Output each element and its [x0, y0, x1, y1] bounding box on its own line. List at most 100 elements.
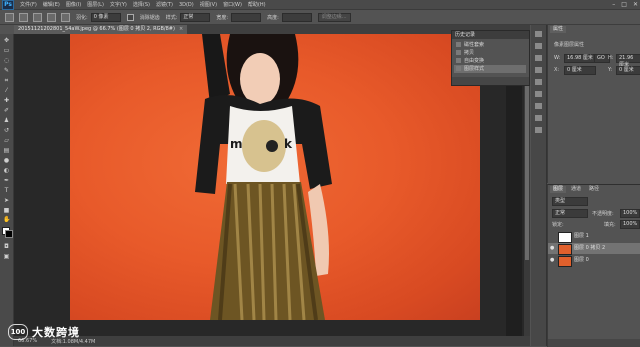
styles-panel-icon[interactable] — [535, 115, 542, 121]
layer-row-selected[interactable]: ● 图层 0 拷贝 2 — [548, 243, 640, 255]
history-panel-tab[interactable]: 历史记录 — [452, 31, 529, 39]
menu-file[interactable]: 文件(F) — [20, 1, 37, 8]
pen-tool-icon[interactable]: ✒ — [3, 178, 10, 184]
brush-tool-icon[interactable]: ✐ — [3, 108, 10, 114]
screen-mode-icon[interactable]: ▣ — [3, 254, 10, 260]
fill-field[interactable]: 100% — [620, 220, 640, 229]
dodge-tool-icon[interactable]: ◐ — [3, 168, 10, 174]
menu-help[interactable]: 帮助(H) — [248, 1, 266, 8]
properties-panel: 属性 像素图层属性 W: 16.98 厘米 GO H: 21.96 厘米 X: … — [547, 25, 640, 183]
layer-row[interactable]: 图层 1 — [548, 231, 640, 243]
swatches-panel-icon[interactable] — [535, 79, 542, 85]
style-label: 样式: — [165, 14, 178, 21]
menu-type[interactable]: 文字(Y) — [110, 1, 127, 8]
history-item[interactable]: 磁性套索 — [454, 41, 526, 49]
crop-tool-icon[interactable]: ⌗ — [3, 78, 10, 84]
panel-dock — [531, 25, 547, 346]
marquee-tool-icon[interactable]: ▭ — [3, 48, 10, 54]
x-field[interactable]: 0 厘米 — [564, 66, 596, 75]
opacity-label: 不透明度: — [592, 211, 614, 217]
tab-channels[interactable]: 通道 — [568, 186, 584, 193]
shape-tool-icon[interactable]: ■ — [3, 208, 10, 214]
height-input[interactable] — [281, 12, 312, 22]
width-label: W: — [554, 55, 561, 61]
watermark: 100 大数跨境 — [8, 323, 98, 341]
properties-panel-tab[interactable]: 属性 — [550, 26, 567, 33]
menu-layer[interactable]: 图层(L) — [87, 1, 104, 8]
layer-thumbnail — [558, 244, 572, 255]
tools-panel: ✥ ▭ ◌ ✎ ⌗ ⁄ ✚ ✐ ♟ ↺ ▱ ▤ ● ◐ ✒ T ➤ ■ ✋ ◘ … — [0, 34, 14, 346]
marquee-tool-preset-icon[interactable] — [5, 12, 14, 22]
actions-panel-icon[interactable] — [535, 127, 542, 133]
menu-edit[interactable]: 编辑(E) — [43, 1, 60, 8]
feather-input[interactable]: 0 像素 — [90, 12, 121, 22]
eye-icon[interactable]: ● — [550, 258, 555, 263]
history-panel-icon[interactable] — [535, 31, 542, 37]
history-item[interactable]: 拷贝 — [454, 49, 526, 57]
history-step-icon — [456, 42, 461, 47]
document-image[interactable]: m k — [70, 34, 480, 320]
background-color-swatch[interactable] — [5, 230, 13, 238]
height-field[interactable]: 21.96 厘米 — [616, 54, 640, 68]
brush-panel-icon[interactable] — [535, 103, 542, 109]
antialias-checkbox[interactable] — [126, 13, 134, 21]
quick-mask-icon[interactable]: ◘ — [3, 244, 10, 250]
history-item-active[interactable]: 图层样式 — [454, 65, 526, 73]
character-panel-icon[interactable] — [535, 55, 542, 61]
quick-select-tool-icon[interactable]: ✎ — [3, 68, 10, 74]
document-tab[interactable]: 20151121202801_54aW.jpeg @ 66.7% (图层 0 拷… — [14, 25, 188, 34]
close-button[interactable]: ✕ — [633, 1, 638, 8]
width-field[interactable]: 16.98 厘米 — [564, 54, 596, 63]
menu-filter[interactable]: 滤镜(T) — [156, 1, 173, 8]
type-tool-icon[interactable]: T — [3, 188, 10, 194]
layer-kind-filter[interactable]: 类型 — [552, 197, 588, 206]
intersect-selection-icon[interactable] — [61, 12, 70, 22]
history-step-icon — [456, 50, 461, 55]
tab-paths[interactable]: 路径 — [586, 186, 602, 193]
gradient-tool-icon[interactable]: ▤ — [3, 148, 10, 154]
menu-3d[interactable]: 3D(D) — [179, 2, 194, 8]
layer-thumbnail — [558, 256, 572, 267]
layer-row[interactable]: ● 图层 0 — [548, 255, 640, 267]
history-item[interactable]: 自由变换 — [454, 57, 526, 65]
tab-layers[interactable]: 图层 — [550, 186, 567, 193]
visibility-toggle[interactable] — [550, 234, 555, 239]
opacity-field[interactable]: 100% — [620, 209, 640, 218]
move-tool-icon[interactable]: ✥ — [3, 38, 10, 44]
svg-text:k: k — [284, 137, 293, 151]
blur-tool-icon[interactable]: ● — [3, 158, 10, 164]
photoshop-window: Ps 文件(F) 编辑(E) 图像(I) 图层(L) 文字(Y) 选择(S) 滤… — [0, 0, 640, 347]
blend-mode-select[interactable]: 正常 — [552, 209, 588, 218]
antialias-label: 消除锯齿 — [139, 14, 160, 21]
style-select[interactable]: 正常 — [180, 12, 211, 22]
watermark-text: 大数跨境 — [32, 326, 80, 339]
svg-text:m: m — [230, 137, 243, 151]
lasso-tool-icon[interactable]: ◌ — [3, 58, 10, 64]
healing-brush-tool-icon[interactable]: ✚ — [3, 98, 10, 104]
menu-window[interactable]: 窗口(W) — [223, 1, 242, 8]
adjustments-panel-icon[interactable] — [535, 91, 542, 97]
close-icon[interactable]: × — [179, 26, 183, 32]
history-item-label: 拷贝 — [464, 50, 475, 56]
eyedropper-tool-icon[interactable]: ⁄ — [3, 88, 10, 94]
hand-tool-icon[interactable]: ✋ — [3, 217, 10, 223]
add-to-selection-icon[interactable] — [33, 12, 42, 22]
width-input[interactable] — [231, 12, 262, 22]
clone-stamp-tool-icon[interactable]: ♟ — [3, 118, 10, 124]
history-item-label: 图层样式 — [464, 66, 485, 72]
minimize-button[interactable]: – — [612, 1, 615, 8]
eye-icon[interactable]: ● — [550, 246, 555, 251]
menu-view[interactable]: 视图(V) — [200, 1, 217, 8]
y-field[interactable]: 0 厘米 — [616, 66, 640, 75]
new-selection-icon[interactable] — [19, 12, 28, 22]
menu-image[interactable]: 图像(I) — [66, 1, 81, 8]
maximize-button[interactable]: □ — [621, 1, 627, 8]
eraser-tool-icon[interactable]: ▱ — [3, 138, 10, 144]
properties-panel-icon[interactable] — [535, 43, 542, 49]
menu-select[interactable]: 选择(S) — [133, 1, 150, 8]
subtract-selection-icon[interactable] — [47, 12, 56, 22]
refine-edge-button[interactable]: 调整边缘... — [317, 12, 351, 22]
history-brush-tool-icon[interactable]: ↺ — [3, 128, 10, 134]
path-selection-tool-icon[interactable]: ➤ — [3, 198, 10, 204]
paragraph-panel-icon[interactable] — [535, 67, 542, 73]
